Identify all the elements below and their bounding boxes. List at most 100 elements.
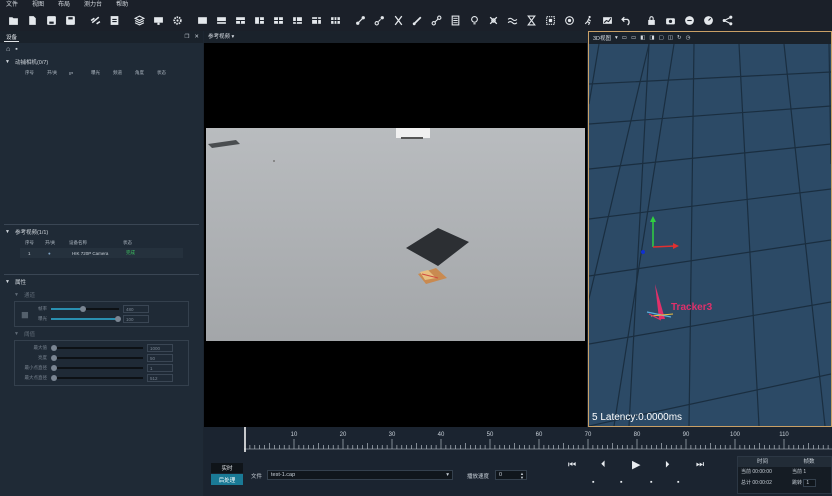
threshold-group-header[interactable]: ▼ 阈值 bbox=[0, 327, 203, 340]
ref-video-row[interactable]: 1 ● HIK 720P Camera 完成 bbox=[20, 248, 183, 258]
file-select[interactable]: test-1.cap ▾ bbox=[267, 470, 453, 480]
timeline-ruler[interactable]: 10 20 30 40 50 60 70 80 90 100 110 bbox=[244, 427, 832, 452]
clip-end-icon[interactable]: ▪ bbox=[650, 479, 652, 486]
channel-group-header[interactable]: ▼ 通道 bbox=[0, 288, 203, 301]
max-diameter-slider[interactable] bbox=[51, 375, 143, 381]
view-split-v-icon[interactable] bbox=[231, 11, 250, 30]
crop-icon[interactable] bbox=[541, 11, 560, 30]
gear-icon[interactable] bbox=[168, 11, 187, 30]
3d-scene[interactable]: Tracker3 5 Latency:0.0000ms bbox=[558, 43, 832, 427]
close-icon[interactable]: ✕ bbox=[194, 34, 199, 40]
chevron-down-icon: ▾ bbox=[615, 35, 618, 41]
realtime-mode-button[interactable]: 实时 bbox=[211, 463, 243, 473]
min-diameter-input[interactable]: 1 bbox=[147, 364, 173, 372]
view-single-icon[interactable] bbox=[193, 11, 212, 30]
step-back-icon[interactable]: ⏴ bbox=[601, 459, 606, 470]
clip-start-icon[interactable]: ▪ bbox=[620, 479, 622, 486]
hourglass-icon[interactable] bbox=[522, 11, 541, 30]
joint-icon[interactable] bbox=[427, 11, 446, 30]
view-triple-icon[interactable] bbox=[250, 11, 269, 30]
min-diameter-slider[interactable] bbox=[51, 365, 143, 371]
monitor-icon[interactable] bbox=[149, 11, 168, 30]
tab-device[interactable]: 设备 bbox=[4, 33, 20, 42]
mark-out-icon[interactable]: ▪ bbox=[677, 479, 679, 486]
view-split-h-icon[interactable] bbox=[212, 11, 231, 30]
speed-spinbox[interactable]: 0 ▲ ▼ bbox=[495, 470, 527, 480]
float-icon[interactable]: ❐ bbox=[184, 34, 189, 40]
brush-icon[interactable] bbox=[680, 11, 699, 30]
view-top-icon[interactable]: ▭ bbox=[631, 35, 636, 41]
gauge-icon[interactable] bbox=[699, 11, 718, 30]
ref-video-section[interactable]: ▼ 参考视频(1/1) bbox=[0, 225, 203, 238]
exposure-input[interactable]: 100 bbox=[123, 315, 149, 323]
view-iso-icon[interactable]: ▢ bbox=[659, 35, 664, 41]
cut-icon[interactable] bbox=[389, 11, 408, 30]
threshold-max-slider[interactable] bbox=[51, 345, 143, 351]
camera-icon[interactable] bbox=[661, 11, 680, 30]
motion-camera-section[interactable]: ▼ 动捕相机(0/7) bbox=[0, 55, 203, 68]
brightness-input[interactable]: 50 bbox=[147, 354, 173, 362]
reference-video-titlebar[interactable]: 参考视频 ▾ bbox=[204, 31, 587, 43]
view-grid-a-icon[interactable] bbox=[288, 11, 307, 30]
max-diameter-input[interactable]: 512 bbox=[147, 374, 173, 382]
clock-icon[interactable]: ◷ bbox=[686, 35, 691, 41]
device-panel: 设备 ❐ ✕ ⌂ ▪ ▼ 动捕相机(0/7) 序号 开/关 IP 曝光 频道 角… bbox=[0, 31, 203, 496]
menu-view[interactable]: 视图 bbox=[32, 0, 44, 10]
save-icon[interactable] bbox=[42, 11, 61, 30]
col-angle: 角度 bbox=[135, 70, 144, 75]
toggle-icon[interactable]: ● bbox=[48, 251, 72, 256]
jump-input[interactable]: 1 bbox=[803, 479, 817, 487]
bulb-icon[interactable] bbox=[465, 11, 484, 30]
refresh-icon[interactable]: ↻ bbox=[677, 35, 682, 41]
menu-forceplate[interactable]: 测力台 bbox=[84, 0, 102, 10]
view-side-icon[interactable]: ◧ bbox=[640, 35, 645, 41]
menu-layout[interactable]: 布局 bbox=[58, 0, 70, 10]
view-grid-b-icon[interactable] bbox=[307, 11, 326, 30]
wave-icon[interactable] bbox=[503, 11, 522, 30]
lock-icon[interactable] bbox=[642, 11, 661, 30]
3d-view-title[interactable]: 3D视图 bbox=[593, 34, 611, 42]
framerate-input[interactable]: 480 bbox=[123, 305, 149, 313]
brightness-slider[interactable] bbox=[51, 355, 143, 361]
spin-icon: ▲ ▼ bbox=[520, 471, 524, 480]
col-onoff: 开/关 bbox=[47, 70, 58, 75]
threshold-max-input[interactable]: 1000 bbox=[147, 344, 173, 352]
view-quad-icon[interactable] bbox=[269, 11, 288, 30]
exposure-slider[interactable] bbox=[51, 316, 121, 322]
properties-section[interactable]: ▼ 属性 bbox=[0, 275, 203, 288]
folder-open-icon[interactable] bbox=[4, 11, 23, 30]
export-icon[interactable] bbox=[105, 11, 124, 30]
marker-unlink-icon[interactable] bbox=[370, 11, 389, 30]
video-icon[interactable]: ▪ bbox=[15, 46, 17, 53]
menu-help[interactable]: 帮助 bbox=[116, 0, 128, 10]
runner-icon[interactable] bbox=[579, 11, 598, 30]
marker-link-icon[interactable] bbox=[351, 11, 370, 30]
chart-icon[interactable] bbox=[598, 11, 617, 30]
menu-file[interactable]: 文件 bbox=[6, 0, 18, 10]
play-icon[interactable]: ▶ bbox=[632, 458, 640, 471]
view-front-icon[interactable]: ▭ bbox=[622, 35, 627, 41]
3d-view[interactable]: 3D视图 ▾ ▭ ▭ ◧ ◨ ▢ ◫ ↻ ◷ Tracker3 5 Latency… bbox=[558, 31, 832, 427]
link-off-icon[interactable] bbox=[86, 11, 105, 30]
step-forward-icon[interactable]: ⏵ bbox=[665, 459, 670, 470]
layers-icon[interactable] bbox=[130, 11, 149, 30]
undo-icon[interactable] bbox=[617, 11, 636, 30]
post-process-mode-button[interactable]: 后处理 bbox=[211, 474, 243, 485]
framerate-slider[interactable] bbox=[51, 306, 119, 312]
cross-icon[interactable] bbox=[484, 11, 503, 30]
new-file-icon[interactable] bbox=[23, 11, 42, 30]
share-icon[interactable] bbox=[718, 11, 737, 30]
current-frame: 1 bbox=[803, 469, 807, 475]
view-grid-c-icon[interactable] bbox=[326, 11, 345, 30]
mark-in-icon[interactable]: ▪ bbox=[592, 479, 594, 486]
save-as-icon[interactable] bbox=[61, 11, 80, 30]
target-icon[interactable] bbox=[560, 11, 579, 30]
skip-to-end-icon[interactable]: ⏭ bbox=[696, 459, 704, 470]
skip-to-start-icon[interactable]: ⏮ bbox=[568, 459, 576, 470]
home-icon[interactable]: ⌂ bbox=[6, 46, 10, 53]
calculator-icon[interactable] bbox=[446, 11, 465, 30]
view-reset-icon[interactable]: ◫ bbox=[668, 35, 673, 41]
reference-video-view[interactable]: 参考视频 ▾ bbox=[204, 31, 587, 427]
bone-icon[interactable] bbox=[408, 11, 427, 30]
view-back-icon[interactable]: ◨ bbox=[649, 35, 654, 41]
